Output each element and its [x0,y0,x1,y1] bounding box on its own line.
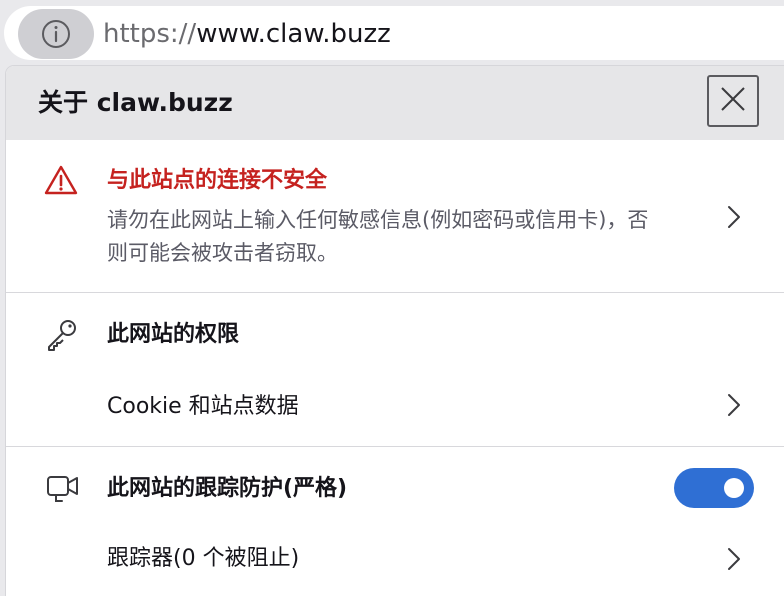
security-warning-title: 与此站点的连接不安全 [107,168,328,193]
trackers-item[interactable]: 跟踪器(0 个被阻止) [107,544,299,574]
toggle-knob [724,478,744,498]
panel-header: 关于 claw.buzz [6,66,784,140]
url-scheme: https:// [103,19,197,49]
close-icon [719,85,747,117]
tracking-camera-icon [44,472,82,510]
site-info-panel: 关于 claw.buzz 与此站点的连接不安全 请勿在此网站上输入任何敏感信息(… [6,66,784,596]
divider [6,446,784,447]
chevron-right-icon[interactable] [726,392,742,422]
key-icon [44,318,80,356]
cookie-site-data-item[interactable]: Cookie 和站点数据 [107,392,299,422]
security-warning-description: 请勿在此网站上输入任何敏感信息(例如密码或信用卡)，否则可能会被攻击者窃取。 [107,208,649,265]
address-bar: https://www.claw.buzz [0,0,784,66]
tracking-protection-toggle[interactable] [674,468,754,508]
warning-triangle-icon [43,164,79,200]
chevron-right-icon[interactable] [726,204,742,234]
close-button[interactable] [707,75,759,127]
chevron-right-icon[interactable] [726,546,742,576]
tracking-protection-title: 此网站的跟踪防护(严格) [107,476,348,501]
panel-title: 关于 claw.buzz [38,88,233,117]
url-text[interactable]: https://www.claw.buzz [103,16,391,52]
url-host: www.claw.buzz [196,19,391,49]
info-circle-icon [39,17,73,51]
permissions-title: 此网站的权限 [107,322,240,347]
divider [6,292,784,293]
site-info-button[interactable] [18,9,94,59]
